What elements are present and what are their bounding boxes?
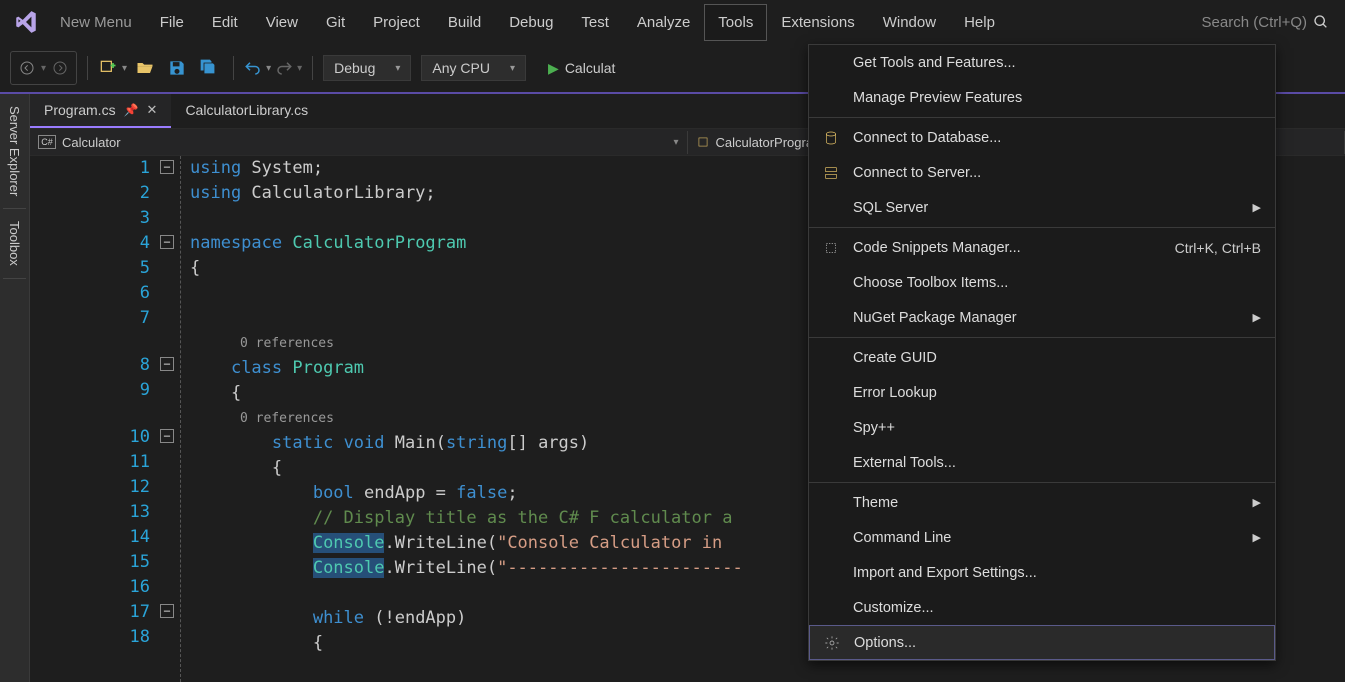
fold-toggle[interactable]: − [160,604,174,618]
nav-back-button[interactable] [13,54,41,82]
class-icon [696,135,710,149]
menu-item-manage-preview-features[interactable]: Manage Preview Features [809,80,1275,115]
fold-toggle[interactable]: − [160,429,174,443]
config-combo[interactable]: Debug▾ [323,55,411,81]
menu-item-label: Create GUID [853,350,937,366]
snippet-icon [821,238,841,258]
platform-combo[interactable]: Any CPU▾ [421,55,526,81]
menu-item-label: NuGet Package Manager [853,310,1017,326]
menu-item-theme[interactable]: Theme ▶ [809,485,1275,520]
tools-menu-dropdown: Get Tools and Features... Manage Preview … [808,44,1276,661]
side-tabs: Server Explorer Toolbox [0,94,30,682]
menu-item-error-lookup[interactable]: Error Lookup [809,375,1275,410]
open-file-button[interactable] [131,54,159,82]
server-icon [821,163,841,183]
csharp-icon: C# [38,135,56,149]
menu-item-label: Code Snippets Manager... [853,240,1021,256]
menu-tools[interactable]: Tools [704,4,767,41]
menu-item-create-guid[interactable]: Create GUID [809,340,1275,375]
menu-item-options[interactable]: Options... [809,625,1275,660]
menu-project[interactable]: Project [359,4,434,41]
new-item-button[interactable]: ▾ [98,58,127,78]
menu-item-label: Command Line [853,530,951,546]
menu-item-label: Manage Preview Features [853,90,1022,106]
menu-item-customize[interactable]: Customize... [809,590,1275,625]
search-box[interactable]: Search (Ctrl+Q) [1192,8,1339,37]
menu-item-label: Connect to Server... [853,165,981,181]
menu-item-label: SQL Server [853,200,928,216]
menu-item-command-line[interactable]: Command Line ▶ [809,520,1275,555]
fold-toggle[interactable]: − [160,357,174,371]
menu-edit[interactable]: Edit [198,4,252,41]
fold-toggle[interactable]: − [160,160,174,174]
menu-item-external-tools[interactable]: External Tools... [809,445,1275,480]
menu-item-nuget-package-manager[interactable]: NuGet Package Manager ▶ [809,300,1275,335]
side-tab-toolbox[interactable]: Toolbox [3,209,26,279]
menu-item-label: Customize... [853,600,934,616]
menu-item-label: Get Tools and Features... [853,55,1016,71]
menu-file[interactable]: File [146,4,198,41]
redo-button[interactable]: ▾ [275,59,302,77]
menu-build[interactable]: Build [434,4,495,41]
menu-debug[interactable]: Debug [495,4,567,41]
menu-item-sql-server[interactable]: SQL Server ▶ [809,190,1275,225]
undo-button[interactable]: ▾ [244,59,271,77]
menu-new-menu[interactable]: New Menu [46,4,146,41]
menu-item-label: Connect to Database... [853,130,1001,146]
submenu-arrow-icon: ▶ [1253,531,1261,544]
vs-logo [6,0,46,44]
tab-program-cs[interactable]: Program.cs 📌 ✕ [30,94,171,128]
menu-item-label: Import and Export Settings... [853,565,1037,581]
menubar: New Menu FileEditViewGitProjectBuildDebu… [0,0,1345,44]
menu-item-connect-to-server[interactable]: Connect to Server... [809,155,1275,190]
menu-item-label: Choose Toolbox Items... [853,275,1008,291]
menu-analyze[interactable]: Analyze [623,4,704,41]
save-button[interactable] [163,54,191,82]
shortcut-label: Ctrl+K, Ctrl+B [1175,240,1261,256]
nav-fwd-button[interactable] [46,54,74,82]
menu-item-label: Theme [853,495,898,511]
menu-item-label: Options... [854,635,916,651]
submenu-arrow-icon: ▶ [1253,201,1261,214]
menu-item-spy[interactable]: Spy++ [809,410,1275,445]
gear-icon [822,633,842,653]
submenu-arrow-icon: ▶ [1253,311,1261,324]
nav-project-combo[interactable]: C# Calculator▾ [30,131,688,154]
tab-label: CalculatorLibrary.cs [185,102,308,118]
nav-buttons: ▾ [10,51,77,85]
menu-item-label: Spy++ [853,420,895,436]
menu-help[interactable]: Help [950,4,1009,41]
fold-toggle[interactable]: − [160,235,174,249]
menu-item-code-snippets-manager[interactable]: Code Snippets Manager... Ctrl+K, Ctrl+B [809,230,1275,265]
menu-extensions[interactable]: Extensions [767,4,868,41]
menu-item-get-tools-and-features[interactable]: Get Tools and Features... [809,45,1275,80]
save-all-button[interactable] [195,54,223,82]
menu-test[interactable]: Test [567,4,623,41]
menu-view[interactable]: View [252,4,312,41]
pin-icon[interactable]: 📌 [124,103,139,117]
menu-item-connect-to-database[interactable]: Connect to Database... [809,120,1275,155]
menu-git[interactable]: Git [312,4,359,41]
tab-label: Program.cs [44,102,116,118]
menu-item-label: Error Lookup [853,385,937,401]
menu-item-choose-toolbox-items[interactable]: Choose Toolbox Items... [809,265,1275,300]
tab-calculatorlibrary-cs[interactable]: CalculatorLibrary.cs [171,94,322,128]
run-button[interactable]: ▶Calculat [538,56,625,81]
database-icon [821,128,841,148]
side-tab-server-explorer[interactable]: Server Explorer [3,94,26,209]
menu-item-import-and-export-settings[interactable]: Import and Export Settings... [809,555,1275,590]
menu-item-label: External Tools... [853,455,956,471]
close-icon[interactable]: ✕ [147,102,158,118]
menu-window[interactable]: Window [869,4,950,41]
submenu-arrow-icon: ▶ [1253,496,1261,509]
